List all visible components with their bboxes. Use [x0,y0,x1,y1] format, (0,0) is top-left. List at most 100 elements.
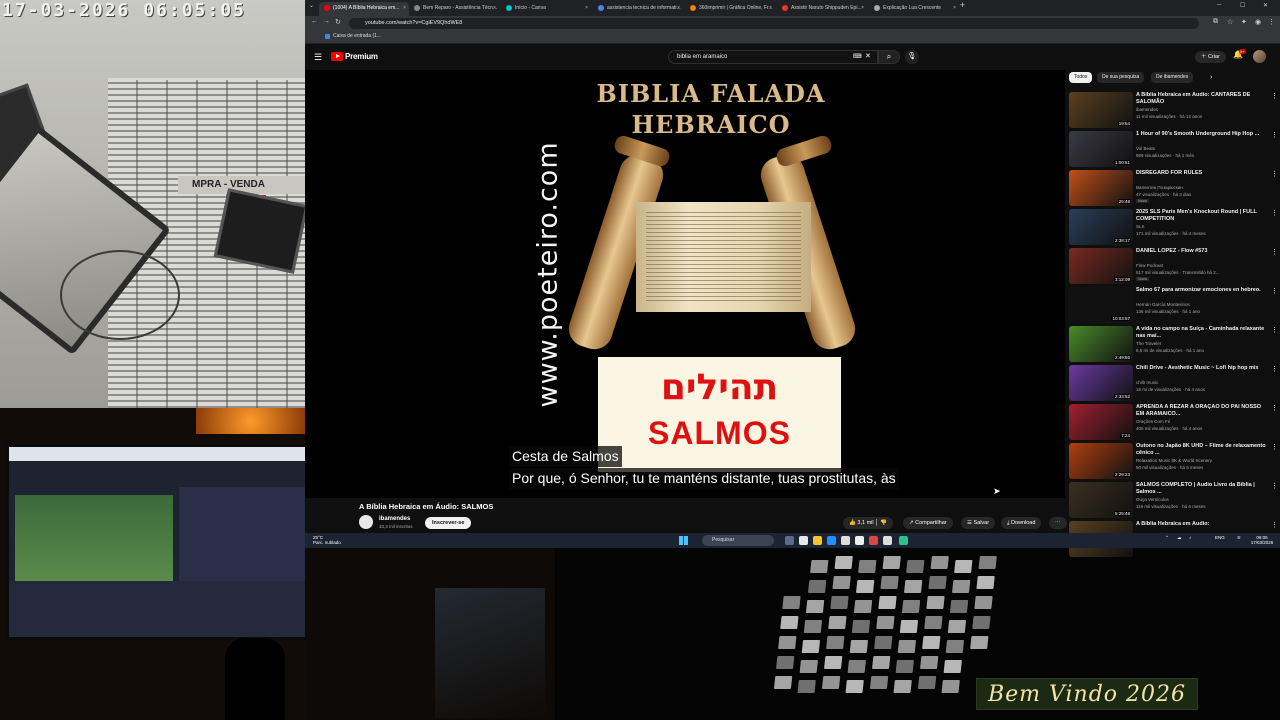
video-options-icon[interactable]: ⋮ [1271,287,1278,295]
video-options-icon[interactable]: ⋮ [1271,326,1278,334]
thumbs-down-icon[interactable]: │ 👎 [874,520,887,526]
taskbar-search[interactable]: Pesquisar [702,535,774,546]
browser-tab[interactable]: Bem Reparo - Assistência Técn... × [409,2,499,16]
youtube-logo-icon[interactable] [331,52,343,61]
channel-avatar[interactable] [359,515,373,529]
video-options-icon[interactable]: ⋮ [1271,404,1278,412]
browser-tab[interactable]: assistencia tecnica de informati... × [593,2,683,16]
filter-chip[interactable]: Todos [1069,72,1093,83]
recommended-video[interactable]: 5:25:48 SALMOS COMPLETO | Áudio Livro da … [1069,482,1279,518]
video-title[interactable]: A vida no campo na Suíça - Caminhada rel… [1136,326,1268,340]
video-title[interactable]: 2025 SLS Paris Men's Knockout Round | FU… [1136,209,1268,223]
recommended-video[interactable]: 19:54 A Bíblia Hebraica em Áudio: CANTARE… [1069,92,1279,128]
close-tab-icon[interactable]: × [861,2,864,14]
tab-menu-icon[interactable]: ⌄ [309,2,314,9]
browser-tab[interactable]: Início - Canva × [501,2,591,16]
install-app-icon[interactable]: ⧉ [1213,18,1218,26]
video-title[interactable]: SALMOS COMPLETO | Áudio Livro da Bíblia … [1136,482,1268,496]
video-title[interactable]: Outono no Japão 8K UHD – Filme de relaxa… [1136,443,1268,457]
voice-search-icon[interactable]: 🎙 [905,50,919,64]
share-button[interactable]: ↗ Compartilhar [903,517,953,529]
video-thumbnail[interactable]: 2:33:52 [1069,365,1133,401]
filter-chip[interactable]: De ibamendes [1151,72,1194,83]
create-button[interactable]: ＋ Criar [1195,51,1226,63]
video-options-icon[interactable]: ⋮ [1271,482,1278,490]
video-thumbnail[interactable]: 10:03:57 [1069,287,1133,323]
video-thumbnail[interactable]: 19:54 [1069,92,1133,128]
video-options-icon[interactable]: ⋮ [1271,521,1278,529]
video-thumbnail[interactable]: 2:49:55 [1069,326,1133,362]
bookmark-gmail[interactable]: Caixa de entrada (1... [325,33,381,39]
network-icon[interactable]: ☁ [1177,535,1182,541]
channel-name[interactable]: ibamendes [379,516,410,522]
menu-icon[interactable]: ☰ [314,52,322,63]
video-thumbnail[interactable]: 7:24 [1069,404,1133,440]
back-icon[interactable]: ← [311,18,318,25]
edge-icon[interactable] [827,536,836,545]
video-thumbnail[interactable]: 5:25:48 [1069,482,1133,518]
recommended-video[interactable]: 7:24 APRENDA A REZAR A ORAÇÃO DO PAI NOSS… [1069,404,1279,440]
file-explorer-icon[interactable] [813,536,822,545]
video-title[interactable]: 1 Hour of 90's Smooth Underground Hip Ho… [1136,131,1268,138]
recommended-video[interactable]: 2:33:52 Chill Drive - Aesthetic Music ~ L… [1069,365,1279,401]
app-icon[interactable] [855,536,864,545]
browser-menu-icon[interactable]: ⋮ [1268,18,1275,26]
close-tab-icon[interactable]: × [585,2,588,14]
minimize-icon[interactable]: ─ [1217,2,1221,8]
browser-tab[interactable]: (1004) A Bíblia Hebraica em... × [319,2,409,16]
close-tab-icon[interactable]: × [403,2,406,14]
video-options-icon[interactable]: ⋮ [1271,365,1278,373]
speaker-icon[interactable]: ♪ [1189,535,1191,541]
video-thumbnail[interactable]: 2:29:23 [1069,443,1133,479]
video-thumbnail[interactable]: 2:38:17 [1069,209,1133,245]
filter-chip[interactable]: De sua pesquisa [1097,72,1145,83]
video-title[interactable]: Chill Drive - Aesthetic Music ~ Lofi hip… [1136,365,1268,372]
youtube-premium-label[interactable]: Premium [345,52,378,61]
browser-tab[interactable]: Explicação Lua Crescente × [869,2,959,16]
clear-search-icon[interactable]: ✕ [865,52,871,60]
extensions-icon[interactable]: ✦ [1241,18,1247,26]
video-options-icon[interactable]: ⋮ [1271,131,1278,139]
video-options-icon[interactable]: ⋮ [1271,209,1278,217]
video-thumbnail[interactable]: 3:12:09 [1069,248,1133,284]
video-title[interactable]: DISREGARD FOR RULES [1136,170,1268,177]
recommended-video[interactable]: 2:38:17 2025 SLS Paris Men's Knockout Rou… [1069,209,1279,245]
bookmark-star-icon[interactable]: ☆ [1227,18,1233,26]
video-options-icon[interactable]: ⋮ [1271,170,1278,178]
weather-widget[interactable]: 25°C Parc. nublado [313,535,341,545]
chips-next-icon[interactable]: › [1210,74,1212,81]
keyboard-icon[interactable]: ⌨ [853,53,862,60]
recommended-video[interactable]: 3:12:09 DANIEL LOPEZ - Flow #573 Flow Podc… [1069,248,1279,284]
search-button[interactable]: ⌕ [878,50,900,64]
recommended-video[interactable]: 1:00:51 1 Hour of 90's Smooth Underground… [1069,131,1279,167]
video-player[interactable]: BIBLIA FALADA HEBRAICO www.poeteiro.com … [305,70,1065,498]
close-tab-icon[interactable]: × [493,2,496,14]
video-options-icon[interactable]: ⋮ [1271,92,1278,100]
video-thumbnail[interactable]: 25:48 [1069,170,1133,206]
wifi-icon[interactable]: ≋ [1237,535,1241,541]
browser-tab[interactable]: 360imprimir | Gráfica Online, Fr... × [685,2,775,16]
start-icon[interactable] [679,536,688,545]
recommended-video[interactable]: 25:48 DISREGARD FOR RULES Валентин Позарюс… [1069,170,1279,206]
close-tab-icon[interactable]: × [953,2,956,14]
recommended-video[interactable]: 2:49:55 A vida no campo na Suíça - Caminh… [1069,326,1279,362]
video-title[interactable]: APRENDA A REZAR A ORAÇÃO DO PAI NOSSO EM… [1136,404,1268,418]
more-actions-icon[interactable]: ⋯ [1049,517,1067,529]
recommended-video[interactable]: 2:29:23 Outono no Japão 8K UHD – Filme de… [1069,443,1279,479]
save-button[interactable]: ☰ Salvar [961,517,996,529]
search-input[interactable]: biblia em aramaico [668,50,878,64]
chrome-alt-icon[interactable] [869,536,878,545]
url-field[interactable]: youtube.com/watch?v=CgiEV9QhdWE8 [349,18,1199,29]
video-title[interactable]: A Bíblia Hebraica em Áudio: CANTARES DE … [1136,92,1268,106]
download-button[interactable]: ⤓ Download [1001,517,1042,529]
store-icon[interactable] [841,536,850,545]
browser-tab[interactable]: Assistir Naruto Shippuden Epi... × [777,2,867,16]
reload-icon[interactable]: ↻ [335,18,341,26]
close-window-icon[interactable]: ✕ [1263,2,1268,9]
video-options-icon[interactable]: ⋮ [1271,248,1278,256]
new-tab-button[interactable]: + [960,0,965,10]
chrome-icon[interactable] [799,536,808,545]
like-button[interactable]: 👍 3,1 mil │ 👎 [843,517,893,529]
camera-app-icon[interactable] [883,536,892,545]
active-app-icon[interactable] [899,536,908,545]
